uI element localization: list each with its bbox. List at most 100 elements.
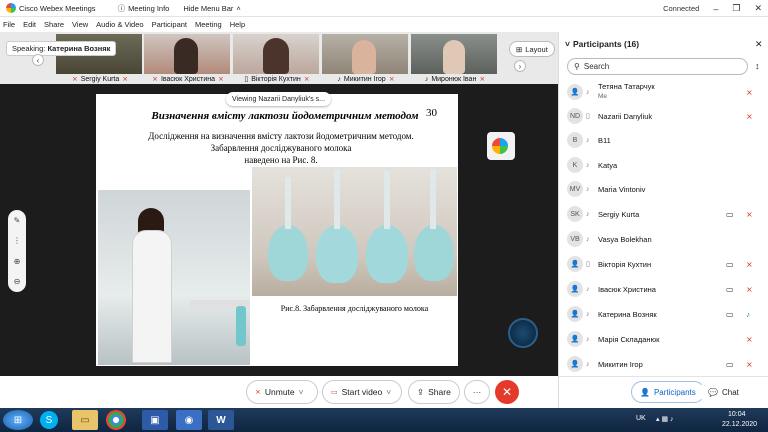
menu-audio-video[interactable]: Audio & Video <box>96 20 143 29</box>
hide-menu-bar-button[interactable]: Hide Menu Bar ˄ <box>183 4 240 13</box>
sort-icon[interactable]: ↕ <box>755 61 760 71</box>
zoom-out-icon[interactable]: ⊖ <box>14 277 21 286</box>
mic-muted-icon: ⨯ <box>303 76 310 83</box>
participant-row[interactable]: B ♪ B11 <box>559 128 768 152</box>
strip-prev-button[interactable]: ‹ <box>32 54 44 66</box>
flask-neck <box>285 177 291 229</box>
connection-status: Connected <box>663 4 700 13</box>
participant-row[interactable]: K ♪ Katya <box>559 153 768 177</box>
file-explorer-icon[interactable]: ▭ <box>72 410 98 430</box>
participant-row[interactable]: 👤 ♪ Марія Складанюк ⨯ <box>559 327 768 351</box>
more-options-button[interactable]: ··· <box>464 380 490 404</box>
search-input[interactable]: ⚲ Search <box>567 58 748 75</box>
end-meeting-button[interactable]: ✕ <box>495 380 519 404</box>
slide-title: Визначення вмісту лактози йодометричним … <box>151 110 419 122</box>
mic-icon: ♪ <box>586 136 590 144</box>
avatar: K <box>567 157 583 173</box>
camera-icon: ▭ <box>726 359 734 369</box>
avatar: 👤 <box>567 331 583 347</box>
annotate-icon[interactable]: ✎ <box>14 216 21 225</box>
close-panel-icon[interactable]: ✕ <box>755 39 763 50</box>
mic-icon: ♪ <box>586 310 590 318</box>
video-tile-2[interactable] <box>144 34 230 74</box>
flasks-photo <box>252 167 457 296</box>
menu-help[interactable]: Help <box>230 20 245 29</box>
minimize-icon[interactable]: – <box>713 4 718 14</box>
mic-muted-icon[interactable]: ⨯ <box>746 260 753 269</box>
camera-icon: ▭ <box>726 284 734 294</box>
mic-icon: ♪ <box>586 210 590 218</box>
word-icon[interactable]: W <box>208 410 234 430</box>
participant-row[interactable]: MV ♪ Maria Vintoniv <box>559 177 768 201</box>
info-icon: ⓘ <box>117 3 126 13</box>
menu-share[interactable]: Share <box>44 20 64 29</box>
mic-muted-icon[interactable]: ⨯ <box>746 210 753 219</box>
tile-label: ⨯ Івасюк Христина ⨯ <box>152 75 224 84</box>
participant-row[interactable]: VB ♪ Vasya Bolekhan <box>559 227 768 251</box>
menu-participant[interactable]: Participant <box>152 20 187 29</box>
avatar: MV <box>567 181 583 197</box>
annotation-icon[interactable] <box>508 318 538 348</box>
presenter-avatar[interactable] <box>487 132 515 160</box>
menu-file[interactable]: File <box>3 20 15 29</box>
menu-view[interactable]: View <box>72 20 88 29</box>
mic-muted-icon[interactable]: ⨯ <box>746 112 753 121</box>
app-title: Cisco Webex Meetings <box>6 3 96 13</box>
unmute-button[interactable]: ⨯ Unmute ˅ <box>246 380 318 404</box>
mic-muted-icon[interactable]: ⨯ <box>746 285 753 294</box>
avatar: B <box>567 132 583 148</box>
video-tile-3[interactable] <box>233 34 319 74</box>
tile-label: ⨯ Sergiy Kurta ⨯ <box>71 75 129 84</box>
participant-row[interactable]: 👤 ♪ Катерина Возняк ▭ ♪ <box>559 302 768 326</box>
menu-meeting[interactable]: Meeting <box>195 20 222 29</box>
start-video-button[interactable]: ▭ Start video ˅ <box>322 380 402 404</box>
viewing-share-label: Viewing Nazarii Danyliuk's s... <box>226 92 332 106</box>
start-button[interactable]: ⊞ <box>3 410 33 430</box>
participant-row[interactable]: ND ▯ Nazarii Danyliuk ⨯ <box>559 104 768 128</box>
flask <box>236 306 246 346</box>
language-indicator[interactable]: UK <box>636 415 646 422</box>
participant-row[interactable]: 👤 ♪ Івасюк Христина ▭ ⨯ <box>559 277 768 301</box>
zoom-toolbar: ✎ ⋮ ⊕ ⊖ <box>8 210 26 292</box>
mic-muted-icon[interactable]: ⨯ <box>746 360 753 369</box>
active-speaker-label: Speaking: Катерина Возняк <box>6 41 117 56</box>
panel-header[interactable]: ˅ Participants (16) <box>565 39 639 49</box>
webex-taskbar-icon[interactable]: ◉ <box>176 410 202 430</box>
video-tile-4[interactable] <box>322 34 408 74</box>
restore-icon[interactable]: ❐ <box>732 3 740 14</box>
mic-muted-icon[interactable]: ⨯ <box>746 335 753 344</box>
skype-icon[interactable]: S <box>40 411 58 429</box>
layout-button[interactable]: ⊞ Layout <box>509 41 555 57</box>
participant-row[interactable]: 👤 ♪ Тетяна Татарчук Me ⨯ <box>559 80 768 104</box>
slide-text-line-3: наведено на Рис. 8. <box>244 155 318 165</box>
video-tile-5[interactable] <box>411 34 497 74</box>
menu-edit[interactable]: Edit <box>23 20 36 29</box>
share-button[interactable]: ⇪ Share <box>408 380 460 404</box>
strip-next-button[interactable]: › <box>514 60 526 72</box>
tray-icons[interactable]: ▴ ▦ ♪ <box>656 415 674 423</box>
participant-row[interactable]: 👤 ▯ Вікторія Кухтин ▭ ⨯ <box>559 252 768 276</box>
mic-active-icon[interactable]: ♪ <box>746 310 750 319</box>
participants-tab[interactable]: 👤 Participants <box>631 381 705 403</box>
mic-muted-icon[interactable]: ⨯ <box>746 88 753 97</box>
participant-row[interactable]: SK ♪ Sergiy Kurta ▭ ⨯ <box>559 202 768 226</box>
close-icon[interactable]: ✕ <box>754 3 762 14</box>
zoom-in-icon[interactable]: ⊕ <box>14 257 21 266</box>
shared-slide: Визначення вмісту лактози йодометричним … <box>96 94 458 366</box>
mic-icon: ♪ <box>337 75 341 83</box>
mic-muted-icon: ⨯ <box>152 76 158 83</box>
fit-icon[interactable]: ⋮ <box>13 236 21 245</box>
chevron-down-icon: ˅ <box>386 387 392 397</box>
chat-tab[interactable]: 💬 Chat <box>699 381 748 403</box>
mic-icon: ♪ <box>586 360 590 368</box>
mic-muted-icon: ⨯ <box>122 76 129 83</box>
participant-row[interactable]: 👤 ♪ Микитин Ігор ▭ ⨯ <box>559 352 768 376</box>
flask <box>366 225 408 283</box>
save-icon[interactable]: ▣ <box>142 410 168 430</box>
chevron-down-icon: ˅ <box>565 39 570 49</box>
meeting-info-button[interactable]: ⓘ Meeting Info <box>118 3 170 14</box>
mic-icon: ♪ <box>586 161 590 169</box>
chrome-icon[interactable] <box>106 410 126 430</box>
chevron-left-icon: ‹ <box>36 55 40 65</box>
avatar: VB <box>567 231 583 247</box>
